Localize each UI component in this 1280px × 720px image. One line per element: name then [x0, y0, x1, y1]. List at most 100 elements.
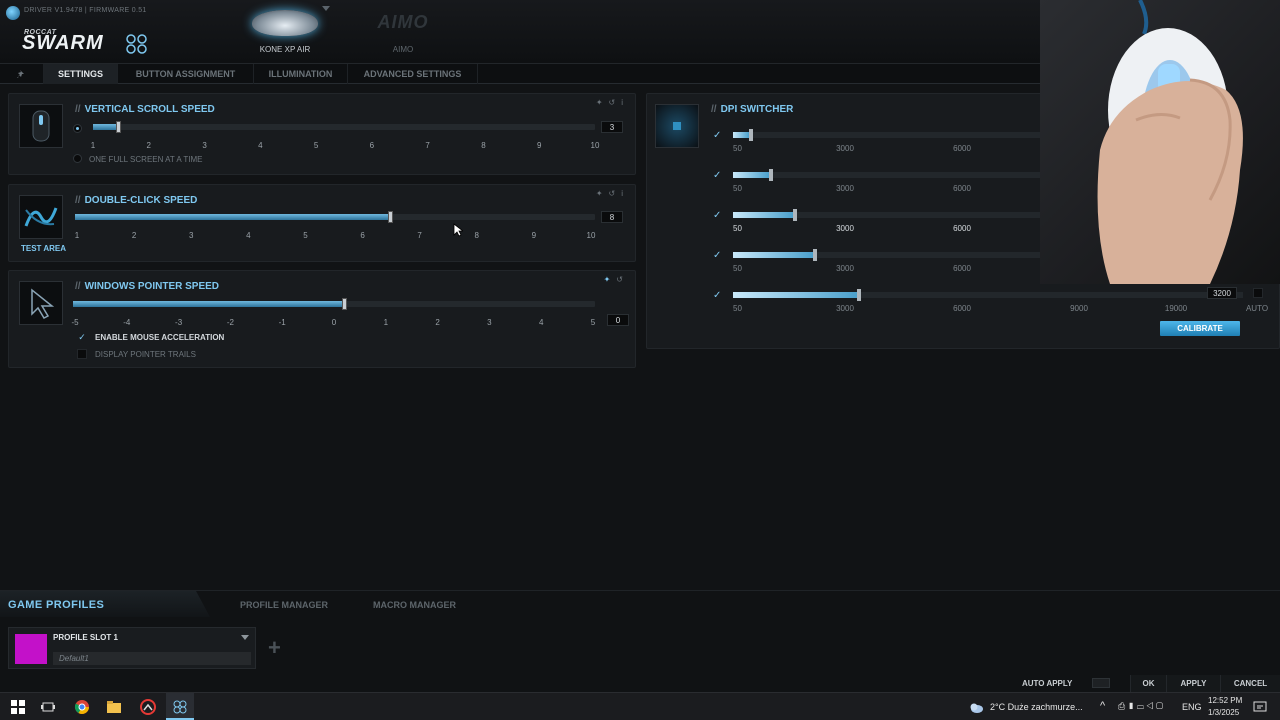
dpi-level-checkbox[interactable]: ✓ — [713, 210, 721, 221]
profile-manager-link[interactable]: PROFILE MANAGER — [240, 600, 328, 610]
pin-icon[interactable]: ✦ — [596, 98, 609, 107]
dpi-level-row: ✓ 50 3000 6000 — [647, 129, 1047, 160]
notification-icon[interactable] — [1252, 699, 1268, 715]
app-system-icon[interactable] — [6, 6, 20, 20]
tab-illumination[interactable]: ILLUMINATION — [254, 64, 348, 84]
pointer-speed-value[interactable]: 0 — [607, 314, 629, 326]
apply-button[interactable]: APPLY — [1166, 675, 1220, 693]
dpi-slider-handle[interactable] — [769, 169, 773, 181]
tick-label: 3 — [487, 318, 492, 327]
cancel-button[interactable]: CANCEL — [1220, 675, 1280, 693]
mouse-acceleration-label: ENABLE MOUSE ACCELERATION — [95, 333, 225, 342]
device-tab-aimo[interactable]: AIMO AIMO — [348, 0, 458, 60]
vertical-scroll-slider[interactable] — [93, 121, 595, 133]
pointer-trails-checkbox[interactable] — [77, 349, 87, 359]
calibrate-button[interactable]: CALIBRATE — [1160, 321, 1240, 336]
reset-icon[interactable]: ↺ — [616, 275, 629, 284]
test-area[interactable] — [19, 195, 63, 239]
dpi-slider[interactable] — [733, 129, 1043, 141]
auto-apply-toggle[interactable] — [1092, 678, 1110, 688]
device-dropdown-icon[interactable] — [322, 6, 330, 11]
slider-handle[interactable] — [115, 121, 121, 133]
pin-icon[interactable]: ✦ — [596, 189, 609, 198]
macro-manager-link[interactable]: MACRO MANAGER — [373, 600, 456, 610]
dpi-slider-fill — [733, 212, 793, 218]
slider-handle[interactable] — [342, 298, 348, 310]
tray-icons[interactable]: ⎙ ▮ ▭ ◁ ▢ — [1118, 701, 1163, 712]
dpi-tick-label: 50 — [733, 264, 742, 273]
full-screen-label: ONE FULL SCREEN AT A TIME — [89, 155, 203, 164]
swarm-taskbar-button[interactable] — [166, 693, 194, 720]
pin-tab[interactable] — [0, 64, 44, 84]
dpi-level-checkbox[interactable]: ✓ — [713, 130, 721, 141]
add-profile-icon[interactable]: + — [268, 635, 281, 661]
windows-start-icon[interactable] — [10, 699, 26, 715]
chrome-icon[interactable] — [74, 699, 90, 715]
vertical-scroll-value[interactable]: 3 — [601, 121, 623, 133]
pin-icon — [16, 70, 24, 78]
scroll-wheel-icon — [19, 104, 63, 148]
dpi-level-checkbox[interactable]: ✓ — [713, 290, 721, 301]
profile-slot-1[interactable]: PROFILE SLOT 1 Default1 — [8, 627, 256, 669]
game-profiles-tab[interactable]: GAME PROFILES — [0, 591, 210, 617]
dpi-value[interactable]: 3200 — [1207, 287, 1237, 299]
slider-handle[interactable] — [388, 211, 394, 223]
pin-icon[interactable]: ✦ — [604, 275, 617, 284]
dpi-tick-label: 19000 — [1164, 304, 1188, 313]
clock-time[interactable]: 12:52 PM — [1208, 696, 1242, 705]
dpi-level-checkbox[interactable]: ✓ — [713, 170, 721, 181]
full-screen-radio[interactable] — [73, 154, 82, 163]
slider-fill — [75, 214, 391, 220]
mouse-cursor-icon — [453, 223, 463, 237]
dpi-slider[interactable] — [733, 249, 1043, 261]
profile-color-swatch[interactable] — [15, 634, 47, 664]
reset-icon[interactable]: ↺ — [609, 98, 622, 107]
weather-cloud-icon[interactable] — [968, 699, 984, 715]
dpi-slider-handle[interactable] — [857, 289, 861, 301]
swarm-logo-icon — [126, 34, 147, 54]
tab-settings[interactable]: SETTINGS — [44, 64, 118, 84]
tick-label: 3 — [202, 141, 207, 150]
scroll-lines-radio[interactable] — [73, 124, 82, 133]
tick-label: 5 — [313, 141, 319, 150]
red-app-icon[interactable] — [140, 699, 156, 715]
tick-label: 7 — [425, 141, 430, 150]
webcam-overlay — [1040, 0, 1280, 284]
file-explorer-icon[interactable] — [106, 699, 122, 715]
pointer-speed-slider[interactable] — [73, 298, 595, 310]
vertical-scroll-panel: //VERTICAL SCROLL SPEED ✦↺i 3 1 2 3 4 5 6 7 8 9 1… — [8, 93, 636, 175]
dpi-level-checkbox[interactable]: ✓ — [713, 250, 721, 261]
info-icon[interactable]: i — [621, 98, 629, 107]
double-click-value[interactable]: 8 — [601, 211, 623, 223]
driver-info: DRIVER V1.9478 | FIRMWARE 0.51 — [24, 7, 147, 14]
dpi-tick-label: 3000 — [836, 184, 854, 193]
dpi-slider[interactable] — [733, 209, 1043, 221]
dpi-auto-checkbox[interactable] — [1253, 288, 1263, 298]
dpi-slider-handle[interactable] — [793, 209, 797, 221]
dpi-tick-label: 50 — [733, 184, 742, 193]
profile-dropdown-icon[interactable] — [241, 635, 249, 640]
dpi-slider-handle[interactable] — [749, 129, 753, 141]
task-view-icon[interactable] — [40, 699, 56, 715]
dpi-slider[interactable] — [733, 289, 1243, 301]
input-language[interactable]: ENG — [1182, 702, 1202, 712]
info-icon[interactable]: i — [621, 189, 629, 198]
dpi-slider[interactable] — [733, 169, 1043, 181]
double-click-title: //DOUBLE-CLICK SPEED — [75, 195, 198, 206]
tick-label: -1 — [278, 318, 286, 327]
tab-button-assignment[interactable]: BUTTON ASSIGNMENT — [118, 64, 254, 84]
tick-label: -2 — [226, 318, 234, 327]
double-click-slider[interactable] — [75, 211, 595, 223]
ok-button[interactable]: OK — [1130, 675, 1166, 693]
dpi-slider-handle[interactable] — [813, 249, 817, 261]
profile-description-input[interactable]: Default1 — [53, 652, 251, 665]
tab-advanced-settings[interactable]: ADVANCED SETTINGS — [348, 64, 478, 84]
dpi-level-row: ✓ 50 3000 6000 — [647, 169, 1047, 200]
weather-text[interactable]: 2°C Duże zachmurze... — [990, 702, 1083, 712]
dpi-tick-label: 50 — [733, 304, 742, 313]
mouse-acceleration-checkbox[interactable]: ✓ — [77, 332, 87, 342]
clock-date[interactable]: 1/3/2025 — [1208, 708, 1239, 717]
dpi-tick-label: 3000 — [836, 264, 854, 273]
tray-chevron-icon[interactable]: ^ — [1100, 700, 1105, 712]
reset-icon[interactable]: ↺ — [609, 189, 622, 198]
